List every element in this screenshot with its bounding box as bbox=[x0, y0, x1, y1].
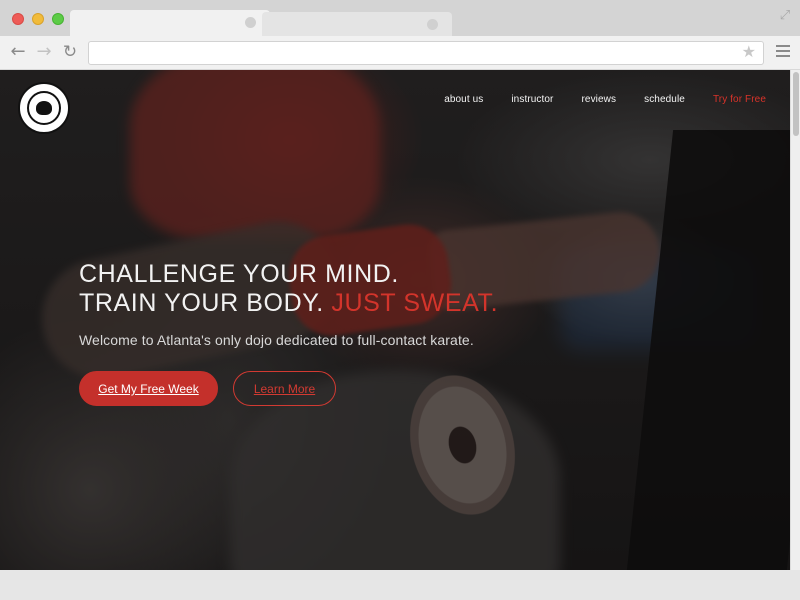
reload-icon[interactable]: ↻ bbox=[60, 42, 80, 62]
browser-tab-new[interactable] bbox=[262, 12, 452, 36]
back-arrow-icon[interactable]: ← bbox=[8, 42, 28, 62]
fullscreen-icon[interactable]: ⤢ bbox=[778, 8, 792, 22]
menu-icon[interactable] bbox=[776, 45, 790, 59]
tab-close-icon[interactable] bbox=[245, 17, 256, 28]
hero-subtitle: Welcome to Atlanta's only dojo dedicated… bbox=[79, 332, 474, 348]
hero-section: CHALLENGE YOUR MIND. TRAIN YOUR BODY. JU… bbox=[79, 260, 679, 406]
nav-item-schedule[interactable]: schedule bbox=[644, 94, 685, 105]
hero-headline-line1: CHALLENGE YOUR MIND. bbox=[79, 260, 399, 288]
star-icon[interactable]: ★ bbox=[742, 42, 756, 61]
forward-arrow-icon[interactable]: → bbox=[34, 42, 54, 62]
nav-item-try-for-free[interactable]: Try for Free bbox=[713, 94, 766, 105]
get-free-week-button[interactable]: Get My Free Week bbox=[79, 371, 218, 406]
tab-strip: ⤢ bbox=[0, 0, 800, 36]
hero-headline-accent: JUST SWEAT. bbox=[331, 289, 499, 317]
hero-headline: CHALLENGE YOUR MIND. TRAIN YOUR BODY. JU… bbox=[79, 260, 679, 318]
scrollbar-thumb[interactable] bbox=[793, 72, 799, 136]
karate-organization-seal-icon[interactable] bbox=[18, 82, 70, 134]
tab-close-icon[interactable] bbox=[427, 19, 438, 30]
page-scrollbar[interactable] bbox=[790, 70, 800, 570]
window-close-button[interactable] bbox=[12, 13, 24, 25]
hero-headline-line2: TRAIN YOUR BODY. bbox=[79, 289, 324, 317]
nav-item-reviews[interactable]: reviews bbox=[581, 94, 616, 105]
window-bottom-edge bbox=[0, 570, 800, 600]
window-maximize-button[interactable] bbox=[52, 13, 64, 25]
nav-item-instructor[interactable]: instructor bbox=[511, 94, 553, 105]
browser-chrome: ⤢ ← → ↻ ★ bbox=[0, 0, 800, 70]
learn-more-button[interactable]: Learn More bbox=[233, 371, 336, 406]
main-nav: about us instructor reviews schedule Try… bbox=[416, 94, 766, 105]
address-bar[interactable] bbox=[88, 41, 764, 65]
page-viewport: about us instructor reviews schedule Try… bbox=[0, 70, 790, 570]
browser-tab-active[interactable] bbox=[70, 10, 270, 36]
browser-toolbar: ← → ↻ ★ bbox=[0, 36, 800, 70]
nav-item-about-us[interactable]: about us bbox=[444, 94, 483, 105]
window-minimize-button[interactable] bbox=[32, 13, 44, 25]
hero-actions: Get My Free Week Learn More bbox=[79, 371, 679, 406]
